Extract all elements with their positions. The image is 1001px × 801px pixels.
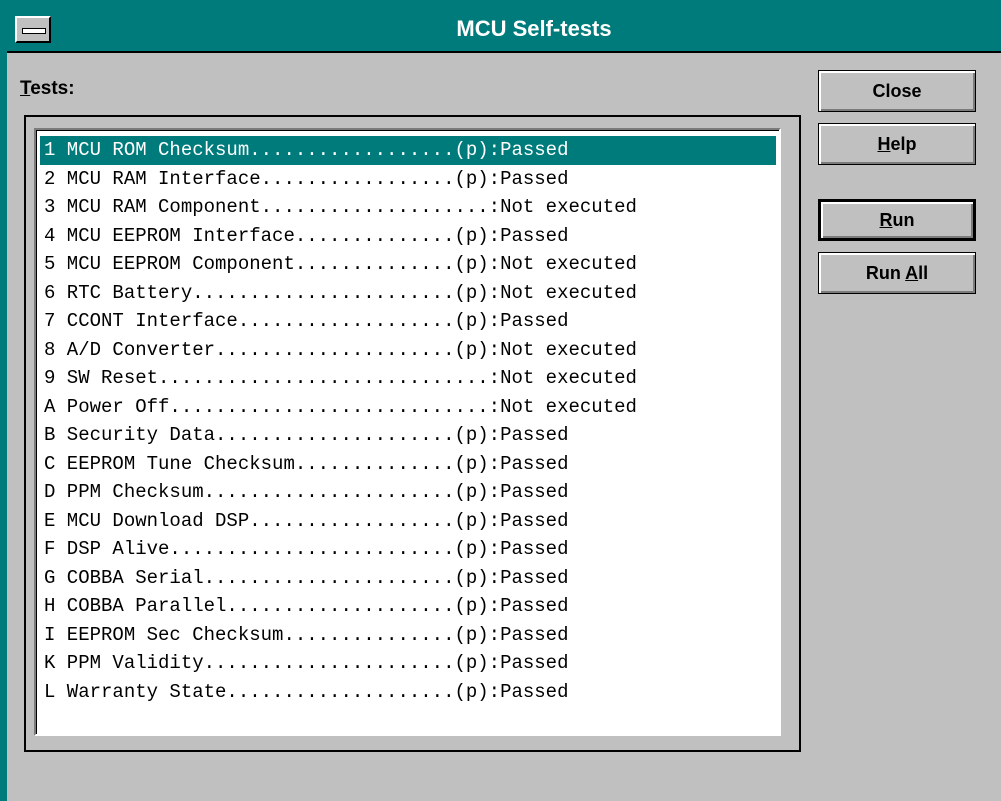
- tests-listbox[interactable]: 1 MCU ROM Checksum..................(p):…: [34, 128, 781, 736]
- test-list-item[interactable]: 9 SW Reset.............................:…: [40, 364, 776, 393]
- test-list-item[interactable]: D PPM Checksum......................(p):…: [40, 478, 776, 507]
- window-title: MCU Self-tests: [456, 16, 612, 41]
- run-all-button[interactable]: Run All: [818, 252, 976, 294]
- tests-label-mnemonic: T: [20, 78, 31, 99]
- test-list-item[interactable]: 8 A/D Converter.....................(p):…: [40, 336, 776, 365]
- test-list-item[interactable]: 4 MCU EEPROM Interface..............(p):…: [40, 222, 776, 251]
- close-button-label: Close: [872, 81, 922, 101]
- close-button[interactable]: Close: [818, 70, 976, 112]
- run-button-mnemonic: R: [879, 210, 893, 230]
- run-all-button-label-rest: ll: [918, 263, 929, 283]
- test-list-item[interactable]: 3 MCU RAM Component....................:…: [40, 193, 776, 222]
- run-button-label-rest: un: [892, 210, 915, 230]
- test-list-item[interactable]: C EEPROM Tune Checksum..............(p):…: [40, 450, 776, 479]
- run-all-button-mnemonic: A: [905, 263, 919, 283]
- test-list-item[interactable]: K PPM Validity......................(p):…: [40, 649, 776, 678]
- tests-label: Tests:: [20, 78, 75, 100]
- test-list-item[interactable]: A Power Off............................:…: [40, 393, 776, 422]
- test-list-item[interactable]: 7 CCONT Interface...................(p):…: [40, 307, 776, 336]
- test-list-item[interactable]: 1 MCU ROM Checksum..................(p):…: [40, 136, 776, 165]
- test-list-item[interactable]: B Security Data.....................(p):…: [40, 421, 776, 450]
- help-button-label-rest: elp: [890, 134, 917, 154]
- test-list-item[interactable]: G COBBA Serial......................(p):…: [40, 564, 776, 593]
- run-all-button-label-pre: Run: [865, 263, 906, 283]
- test-list-item[interactable]: E MCU Download DSP..................(p):…: [40, 507, 776, 536]
- help-button[interactable]: Help: [818, 123, 976, 165]
- test-list-item[interactable]: H COBBA Parallel....................(p):…: [40, 592, 776, 621]
- test-list-item[interactable]: I EEPROM Sec Checksum...............(p):…: [40, 621, 776, 650]
- test-list-item[interactable]: 2 MCU RAM Interface.................(p):…: [40, 165, 776, 194]
- title-bar[interactable]: MCU Self-tests: [7, 7, 1001, 53]
- test-list-item[interactable]: 6 RTC Battery.......................(p):…: [40, 279, 776, 308]
- tests-label-rest: ests:: [30, 78, 75, 99]
- help-button-mnemonic: H: [877, 134, 891, 154]
- run-button[interactable]: Run: [818, 199, 976, 241]
- test-list-item[interactable]: F DSP Alive.........................(p):…: [40, 535, 776, 564]
- test-list-item[interactable]: 5 MCU EEPROM Component..............(p):…: [40, 250, 776, 279]
- test-list-item[interactable]: L Warranty State....................(p):…: [40, 678, 776, 707]
